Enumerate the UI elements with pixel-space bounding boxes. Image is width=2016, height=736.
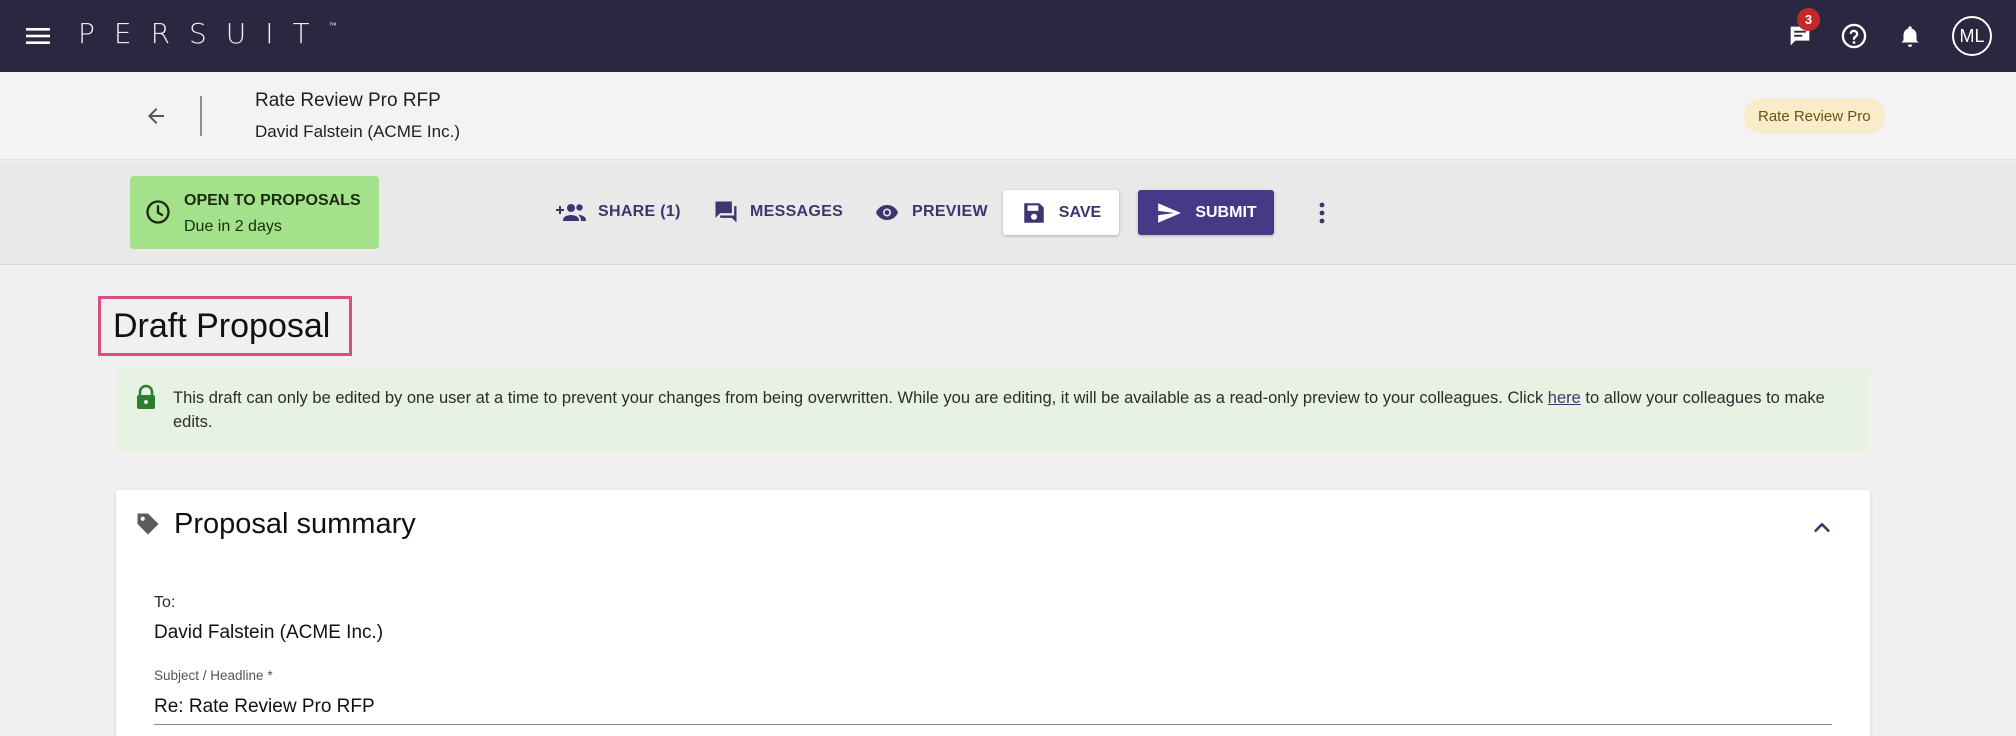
allow-edits-link[interactable]: here	[1548, 389, 1581, 407]
more-options-icon[interactable]	[1306, 193, 1338, 233]
notifications-bell-icon[interactable]	[1890, 16, 1930, 56]
messages-chat-icon[interactable]: 3	[1780, 8, 1820, 56]
edit-lock-notice: This draft can only be edited by one use…	[116, 370, 1870, 452]
preview-button[interactable]: PREVIEW	[872, 189, 988, 235]
messages-count-badge: 3	[1797, 8, 1820, 31]
submit-label: SUBMIT	[1195, 203, 1257, 221]
add-people-icon	[556, 204, 586, 221]
action-toolbar: OPEN TO PROPOSALS Due in 2 days SHARE (1…	[0, 161, 2016, 265]
persuit-logo[interactable]: PERSUIT™	[78, 17, 337, 50]
share-button[interactable]: SHARE (1)	[556, 189, 681, 235]
product-chip: Rate Review Pro	[1744, 98, 1885, 134]
forum-icon	[715, 201, 737, 223]
subject-label: Subject / Headline *	[154, 668, 273, 683]
subject-input[interactable]	[154, 689, 1832, 725]
to-label: To:	[154, 594, 176, 611]
logo-trademark: ™	[328, 21, 337, 30]
rfp-client: David Falstein (ACME Inc.)	[255, 122, 460, 141]
tag-icon	[134, 510, 162, 543]
help-circle-icon[interactable]	[1834, 16, 1874, 56]
clock-icon	[144, 198, 172, 231]
lock-icon	[134, 384, 158, 417]
preview-label: PREVIEW	[912, 203, 988, 220]
user-avatar[interactable]: ML	[1952, 16, 1992, 56]
status-due: Due in 2 days	[184, 218, 282, 235]
proposal-summary-title: Proposal summary	[174, 508, 416, 540]
hamburger-menu-icon[interactable]	[20, 18, 56, 54]
to-value: David Falstein (ACME Inc.)	[154, 622, 384, 643]
page-title: Draft Proposal	[98, 296, 352, 356]
status-box: OPEN TO PROPOSALS Due in 2 days	[130, 176, 379, 249]
submit-button[interactable]: SUBMIT	[1138, 190, 1274, 235]
logo-text: PERSUIT	[78, 17, 329, 50]
eye-icon	[876, 205, 898, 220]
send-icon	[1158, 202, 1182, 223]
top-app-bar: PERSUIT™ 3 ML	[0, 0, 2016, 72]
header-divider	[200, 96, 202, 136]
rfp-header: Rate Review Pro RFP David Falstein (ACME…	[0, 72, 2016, 160]
save-label: SAVE	[1058, 203, 1102, 221]
messages-label: MESSAGES	[750, 203, 844, 220]
status-title: OPEN TO PROPOSALS	[184, 192, 361, 209]
share-label: SHARE (1)	[598, 203, 681, 220]
floppy-disk-icon	[1024, 202, 1044, 223]
notice-text: This draft can only be edited by one use…	[173, 386, 1853, 434]
save-button[interactable]: SAVE	[1003, 190, 1119, 235]
rfp-title: Rate Review Pro RFP	[255, 90, 441, 111]
proposal-summary-card: Proposal summary To: David Falstein (ACM…	[116, 490, 1870, 736]
messages-button[interactable]: MESSAGES	[712, 189, 843, 235]
notice-text-before: This draft can only be edited by one use…	[173, 389, 1548, 407]
chevron-up-icon[interactable]	[1804, 510, 1840, 546]
back-arrow-icon[interactable]	[138, 98, 174, 134]
